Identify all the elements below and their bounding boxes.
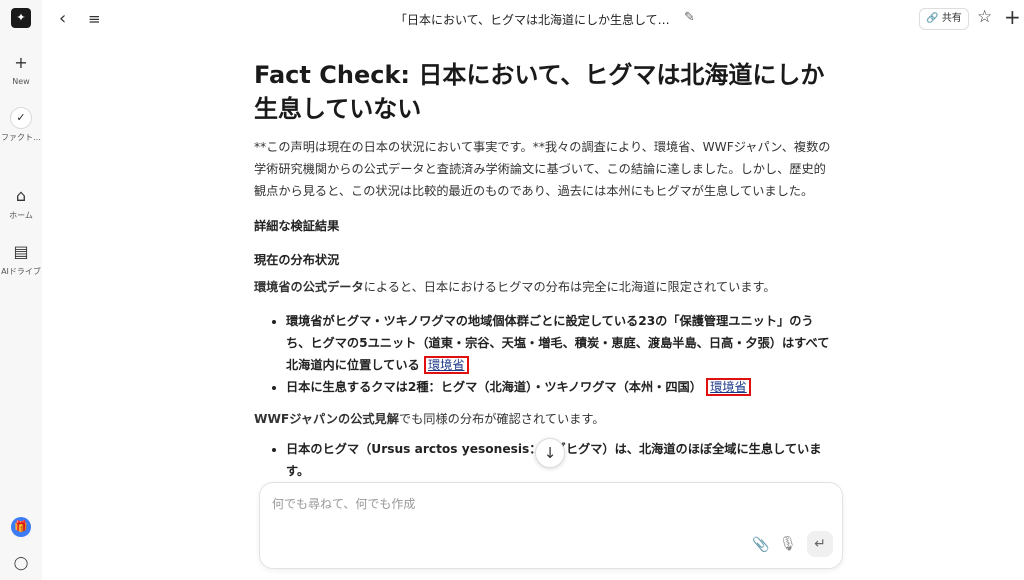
new-plus-icon[interactable]: +	[1004, 5, 1021, 29]
menu-icon[interactable]: ≡	[88, 8, 108, 30]
fact-check-icon: ✓	[10, 107, 32, 129]
bold-text: 環境省の公式データ	[254, 280, 364, 294]
source-link[interactable]: 環境省	[706, 378, 751, 396]
sidebar-item-home[interactable]: ⌂ ホーム	[0, 185, 42, 221]
microphone-icon[interactable]: 🎙	[779, 536, 797, 552]
article-title: Fact Check: 日本において、ヒグマは北海道にしか生息していない	[254, 61, 825, 123]
scroll-down-button[interactable]: ↓	[535, 438, 565, 468]
list-item: 環境省がヒグマ・ツキノワグマの地域個体群ごとに設定している23の「保護管理ユニッ…	[286, 310, 834, 376]
back-icon[interactable]: ‹	[59, 8, 77, 30]
star-icon[interactable]: ☆	[977, 7, 992, 27]
bullet-list: 環境省がヒグマ・ツキノワグマの地域個体群ごとに設定している23の「保護管理ユニッ…	[254, 310, 834, 398]
sidebar-item-new[interactable]: + New	[0, 52, 42, 86]
plus-icon: +	[14, 53, 28, 72]
section-heading-distribution: 現在の分布状況	[254, 253, 340, 267]
sidebar-item-label: New	[12, 77, 30, 86]
sidebar-item-label: AIドライブ	[1, 267, 41, 276]
text: によると、日本におけるヒグマの分布は完全に北海道に限定されています。	[363, 280, 776, 294]
prompt-input[interactable]	[272, 493, 792, 515]
paragraph-moe: 環境省の公式データによると、日本におけるヒグマの分布は完全に北海道に限定されてい…	[254, 276, 834, 298]
sidebar-item-label: ファクト…	[1, 133, 41, 142]
sidebar-item-label: ホーム	[9, 211, 33, 220]
arrow-down-icon: ↓	[543, 444, 557, 462]
paragraph-wwf: WWFジャパンの公式見解でも同様の分布が確認されています。	[254, 408, 834, 430]
left-sidebar: ✦ + New ✓ ファクト… ⌂ ホーム ▤ AIドライブ 🎁 ◯	[0, 0, 42, 580]
intro-paragraph: **この声明は現在の日本の状況において事実です。**我々の調査により、環境省、W…	[254, 140, 831, 198]
sparkle-logo-icon[interactable]: ✦	[11, 8, 31, 28]
send-button[interactable]: ↵	[807, 531, 833, 557]
text: でも同様の分布が確認されています。	[398, 412, 605, 426]
list-item-text: 環境省がヒグマ・ツキノワグマの地域個体群ごとに設定している23の「保護管理ユニッ…	[286, 314, 830, 372]
chat-composer: 📎 🎙 ↵	[259, 482, 843, 569]
edit-icon[interactable]: ✎	[684, 10, 695, 25]
article: Fact Check: 日本において、ヒグマは北海道にしか生息していない **こ…	[254, 58, 834, 492]
section-heading-details: 詳細な検証結果	[254, 219, 340, 233]
share-label: 共有	[941, 13, 962, 24]
top-bar: ‹ ≡ 「日本において、ヒグマは北海道にしか生息して… ✎ 🔗 共有 ☆ +	[42, 0, 1024, 40]
enter-icon: ↵	[814, 536, 826, 552]
folder-icon: ▤	[13, 242, 29, 261]
sidebar-item-ai-drive[interactable]: ▤ AIドライブ	[0, 241, 42, 277]
source-link[interactable]: 環境省	[423, 356, 469, 374]
list-item: 日本に生息するクマは2種：ヒグマ（北海道）・ツキノワグマ（本州・四国） 環境省	[286, 376, 834, 398]
profile-icon[interactable]: ◯	[11, 554, 31, 574]
list-item-text: 日本に生息するクマは2種：ヒグマ（北海道）・ツキノワグマ（本州・四国）	[286, 380, 702, 394]
link-icon: 🔗	[926, 13, 939, 24]
gift-icon[interactable]: 🎁	[11, 517, 31, 537]
bold-text: WWFジャパンの公式見解	[254, 412, 399, 426]
home-icon: ⌂	[15, 186, 27, 205]
share-button[interactable]: 🔗 共有	[919, 8, 969, 30]
sidebar-item-fact-check[interactable]: ✓ ファクト…	[0, 107, 42, 143]
page-title: 「日本において、ヒグマは北海道にしか生息して…	[395, 13, 670, 27]
paperclip-icon[interactable]: 📎	[752, 537, 769, 553]
